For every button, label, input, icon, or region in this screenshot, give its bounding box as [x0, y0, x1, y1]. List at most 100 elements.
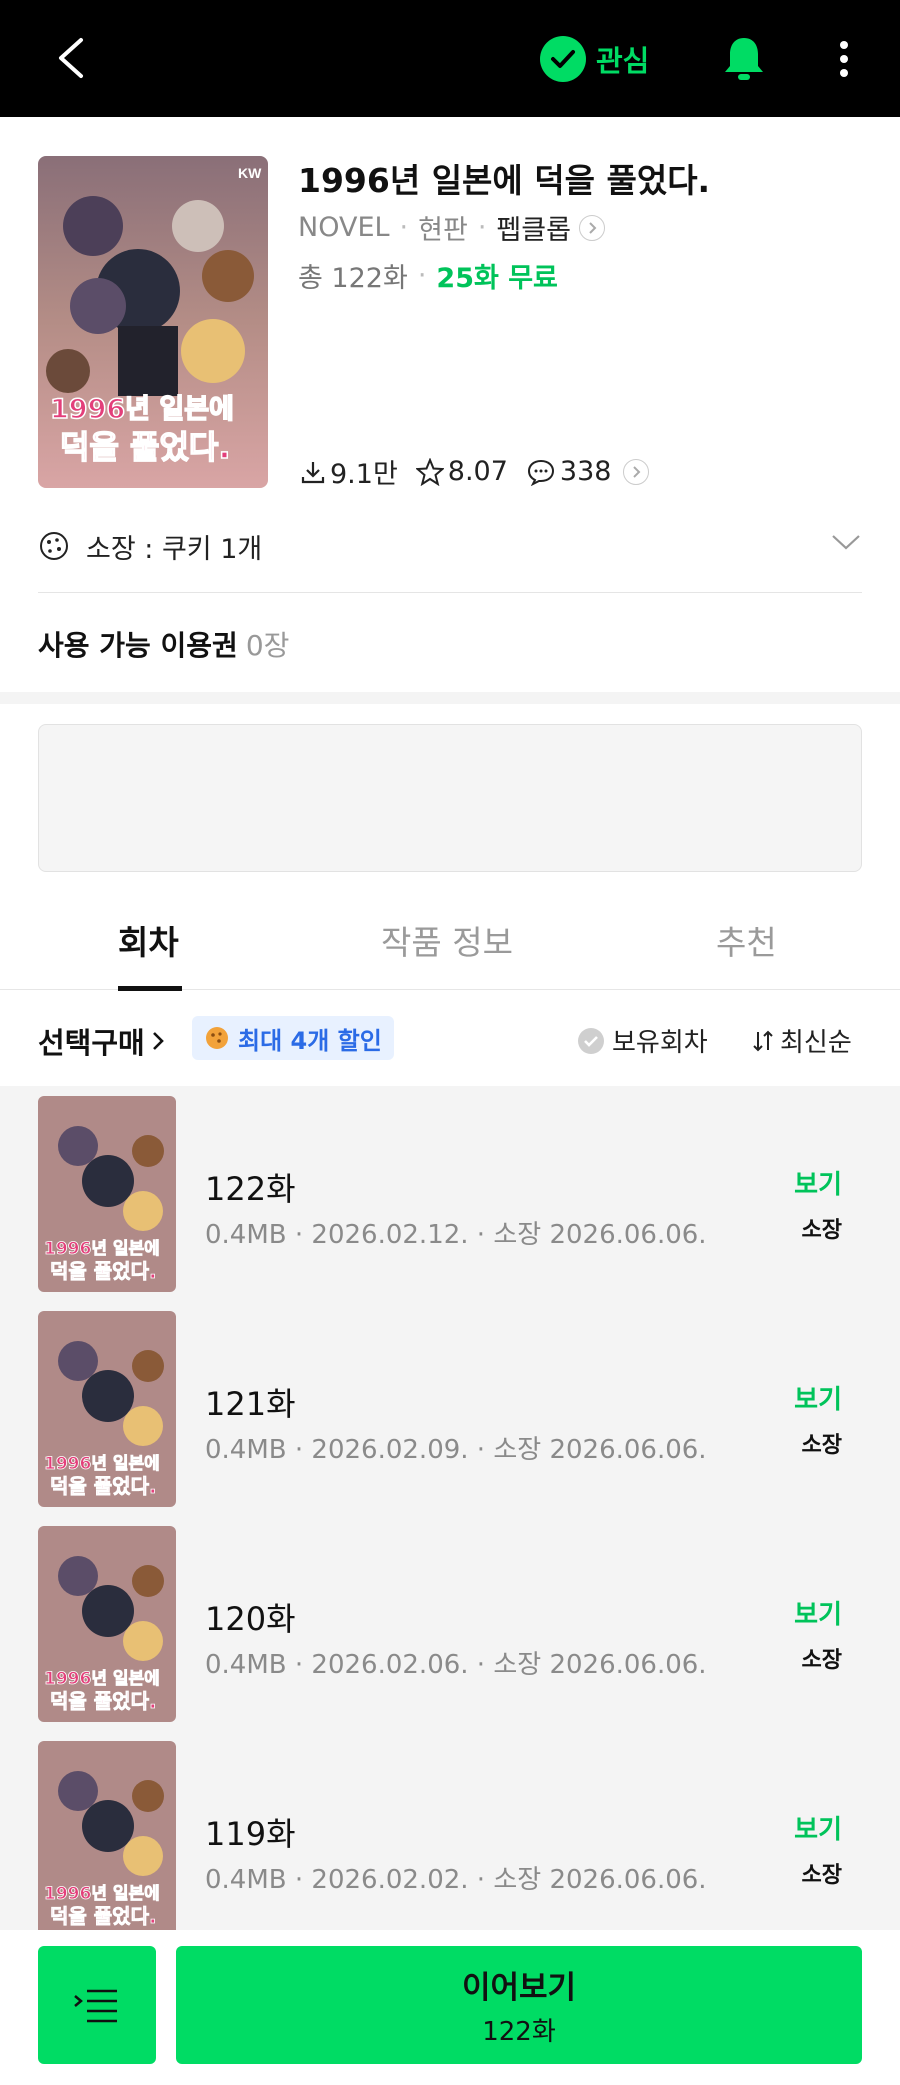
top-bar: 관심: [0, 0, 900, 117]
divider: [38, 592, 862, 593]
continue-label: 이어보기: [461, 1970, 577, 2006]
sort-arrows-icon: [753, 1030, 773, 1051]
svg-text:덕을 풀었다.: 덕을 풀었다.: [50, 1689, 157, 1713]
back-arrow-icon: [59, 38, 83, 78]
comment-stat[interactable]: 338: [526, 456, 650, 487]
view-button[interactable]: 보기: [794, 1164, 842, 1201]
favorite-button[interactable]: 관심: [540, 32, 649, 86]
owned-badge: 소장: [801, 1433, 842, 1458]
rating-value: 8.07: [447, 456, 508, 487]
svg-text:1996년 일본에: 1996년 일본에: [44, 1884, 160, 1904]
owned-episodes-filter[interactable]: 보유회차: [576, 1022, 708, 1059]
episode-thumbnail: 1996년 일본에 덕을 풀었다.: [38, 1096, 176, 1292]
sort-label: 최신순: [780, 1028, 852, 1058]
episode-thumbnail: 1996년 일본에 덕을 풀었다.: [38, 1526, 176, 1722]
episode-list: 1996년 일본에 덕을 풀었다. 122화 0.4MB · 2026.02.12…: [0, 1086, 900, 1930]
episode-title: 120화: [205, 1600, 296, 1638]
episode-summary: 총 122화 · 25화 무료: [298, 256, 558, 295]
cover-illustration: KW 1996년 일본에 덕을 풀었다.: [38, 156, 268, 488]
chevron-right-icon: [623, 458, 650, 485]
favorite-label: 관심: [596, 44, 650, 78]
download-count: 9.1만: [330, 459, 398, 490]
chevron-right-icon: [152, 1032, 164, 1050]
svg-text:1996년 일본에: 1996년 일본에: [44, 1454, 160, 1474]
chevron-right-icon[interactable]: [578, 214, 605, 241]
active-tab-indicator: [118, 986, 182, 991]
discount-badge: 최대 4개 할인: [192, 1016, 394, 1060]
episode-meta: 0.4MB · 2026.02.06. · 소장 2026.06.06.: [205, 1650, 707, 1680]
cookie-icon: [40, 532, 68, 560]
rating-stat: 8.07: [415, 456, 508, 487]
episode-title: 119화: [205, 1815, 296, 1853]
tab-work-info[interactable]: 작품 정보: [381, 916, 513, 964]
svg-text:1996년 일본에: 1996년 일본에: [44, 1669, 160, 1689]
continue-episode: 122화: [482, 2017, 556, 2047]
tab-recommend[interactable]: 추천: [716, 916, 777, 964]
cookie-icon: [206, 1027, 228, 1049]
owned-filter-label: 보유회차: [612, 1028, 708, 1058]
episode-list-button[interactable]: [38, 1946, 156, 2064]
svg-text:덕을 풀었다.: 덕을 풀었다.: [50, 1904, 157, 1928]
more-vertical-icon: [840, 41, 848, 77]
view-button[interactable]: 보기: [794, 1594, 842, 1631]
total-episodes: 총 122화: [298, 263, 408, 294]
bell-icon: [725, 38, 763, 80]
tab-episodes[interactable]: 회차: [118, 916, 179, 964]
episode-meta: 0.4MB · 2026.02.02. · 소장 2026.06.06.: [205, 1865, 707, 1895]
download-stat: 9.1만: [300, 452, 398, 491]
episode-title: 122화: [205, 1170, 296, 1208]
ownership-dropdown[interactable]: 소장 : 쿠키 1개: [38, 518, 862, 574]
book-genre: 현판: [418, 215, 468, 246]
book-stats: 9.1만 8.07 338: [300, 452, 667, 491]
available-tickets: 사용 가능 이용권 0장: [38, 624, 289, 664]
episode-meta: 0.4MB · 2026.02.09. · 소장 2026.06.06.: [205, 1435, 707, 1465]
list-menu-icon: [74, 1989, 117, 2023]
owned-badge: 소장: [801, 1218, 842, 1243]
book-title: 1996년 일본에 덕을 풀었다.: [298, 161, 711, 200]
section-separator: [0, 692, 900, 704]
view-button[interactable]: 보기: [794, 1809, 842, 1846]
tab-bar: 회차 작품 정보 추천: [0, 896, 900, 990]
book-meta: NOVEL · 현판 · 펩클롭: [298, 208, 605, 247]
svg-text:KW: KW: [238, 165, 262, 181]
svg-text:덕을 풀었다.: 덕을 풀었다.: [50, 1259, 157, 1283]
episode-row[interactable]: 1996년 일본에 덕을 풀었다. 122화 0.4MB · 2026.02.12…: [0, 1096, 900, 1311]
episode-row[interactable]: 1996년 일본에 덕을 풀었다. 120화 0.4MB · 2026.02.06…: [0, 1526, 900, 1741]
discount-label: 최대 4개 할인: [238, 1026, 382, 1055]
back-button[interactable]: [40, 26, 100, 90]
owned-badge: 소장: [801, 1863, 842, 1888]
book-type: NOVEL: [298, 212, 390, 243]
episode-row[interactable]: 1996년 일본에 덕을 풀었다. 121화 0.4MB · 2026.02.09…: [0, 1311, 900, 1526]
free-episodes: 25화 무료: [436, 263, 558, 294]
view-button[interactable]: 보기: [794, 1379, 842, 1416]
banner-area[interactable]: [38, 724, 862, 872]
select-purchase-button[interactable]: 선택구매: [38, 1020, 165, 1062]
check-icon: [540, 36, 586, 82]
select-purchase-label: 선택구매: [38, 1026, 145, 1060]
svg-text:1996년 일본에: 1996년 일본에: [44, 1239, 160, 1259]
download-icon: [301, 461, 325, 483]
publisher-link[interactable]: 펩클롭: [496, 208, 571, 247]
svg-text:덕을 풀었다.: 덕을 풀었다.: [50, 1474, 157, 1498]
episode-row[interactable]: 1996년 일본에 덕을 풀었다. 119화 0.4MB · 2026.02.02…: [0, 1741, 900, 1930]
owned-badge: 소장: [801, 1648, 842, 1673]
tickets-label: 사용 가능 이용권: [38, 629, 238, 662]
book-cover[interactable]: KW 1996년 일본에 덕을 풀었다.: [38, 156, 268, 488]
episode-title: 121화: [205, 1385, 296, 1423]
chevron-down-icon: [832, 535, 860, 550]
separator-dot: ·: [399, 212, 409, 243]
tickets-count: 0장: [245, 629, 290, 662]
more-menu-button[interactable]: [822, 30, 866, 88]
episode-thumbnail: 1996년 일본에 덕을 풀었다.: [38, 1741, 176, 1930]
comment-icon: [527, 459, 554, 486]
notification-button[interactable]: [718, 30, 770, 86]
sort-button[interactable]: 최신순: [750, 1022, 852, 1059]
separator-dot: ·: [477, 212, 487, 243]
separator-dot: ·: [417, 260, 427, 291]
continue-reading-button[interactable]: 이어보기 122화: [176, 1946, 862, 2064]
episode-thumbnail: 1996년 일본에 덕을 풀었다.: [38, 1311, 176, 1507]
star-icon: [415, 457, 444, 486]
svg-text:1996년 일본에: 1996년 일본에: [50, 394, 234, 425]
comment-count: 338: [559, 456, 612, 487]
svg-text:덕을 풀었다.: 덕을 풀었다.: [60, 428, 231, 466]
